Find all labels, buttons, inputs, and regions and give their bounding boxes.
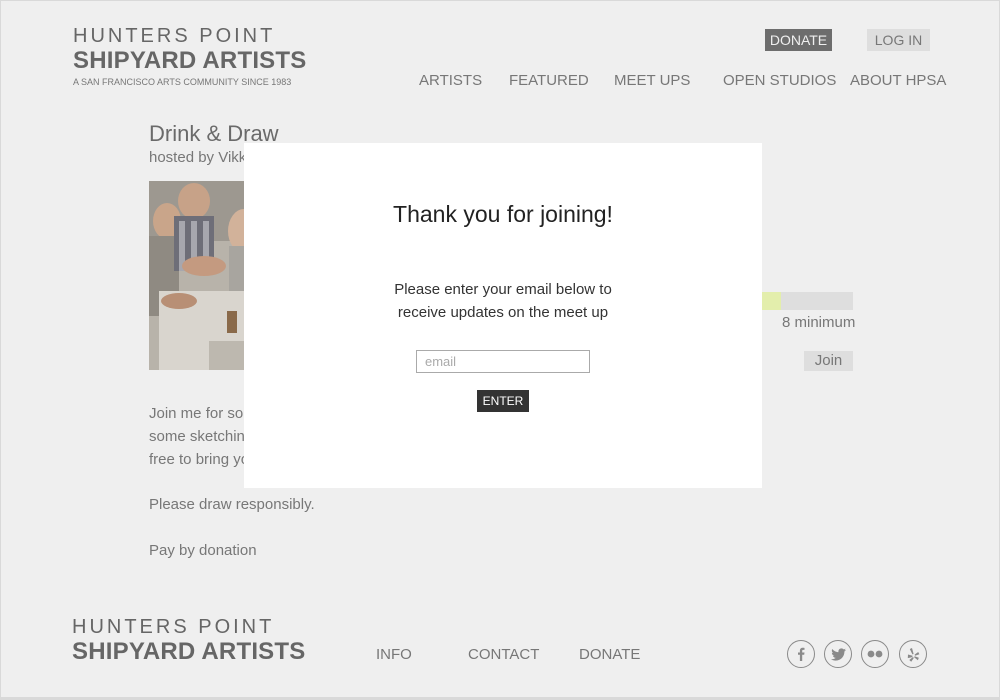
nav-artists[interactable]: ARTISTS (419, 72, 482, 89)
footer-link-info[interactable]: INFO (376, 646, 412, 663)
join-button[interactable]: Join (804, 351, 853, 371)
attendance-progress-bar (761, 292, 853, 310)
nav-meet-ups[interactable]: MEET UPS (614, 72, 690, 89)
footer-link-contact[interactable]: CONTACT (468, 646, 539, 663)
site-logo[interactable]: HUNTERS POINT SHIPYARD ARTISTS A SAN FRA… (73, 25, 306, 87)
page: HUNTERS POINT SHIPYARD ARTISTS A SAN FRA… (0, 0, 1000, 700)
thank-you-modal: Thank you for joining! Please enter your… (244, 143, 762, 488)
enter-button[interactable]: ENTER (477, 390, 529, 412)
description-line-2: some sketching (149, 428, 254, 445)
nav-open-studios[interactable]: OPEN STUDIOS (723, 72, 836, 89)
event-photo (149, 181, 259, 370)
login-button[interactable]: LOG IN (867, 29, 930, 51)
facebook-icon[interactable] (787, 640, 815, 668)
modal-message-line-1: Please enter your email below to (394, 281, 612, 298)
payment-info: Pay by donation (149, 542, 257, 559)
footer-logo-top-text: HUNTERS POINT (72, 616, 275, 638)
attendance-progress-fill (761, 292, 781, 310)
modal-title: Thank you for joining! (393, 201, 613, 227)
flickr-icon[interactable] (861, 640, 889, 668)
nav-featured[interactable]: FEATURED (509, 72, 589, 89)
footer-logo-bottom-text: SHIPYARD ARTISTS (72, 638, 306, 665)
event-host: hosted by Vikki (149, 149, 250, 166)
logo-top-text: HUNTERS POINT (73, 25, 276, 47)
footer-link-donate[interactable]: DONATE (579, 646, 640, 663)
email-input[interactable] (416, 350, 590, 373)
header-donate-button[interactable]: DONATE (765, 29, 832, 51)
description-line-3: free to bring yo (149, 451, 250, 468)
description-line-1: Join me for som (149, 405, 256, 422)
minimum-attendees-label: 8 minimum (782, 314, 856, 331)
event-note: Please draw responsibly. (149, 496, 315, 513)
logo-bottom-text: SHIPYARD ARTISTS (73, 47, 307, 74)
footer-logo[interactable]: HUNTERS POINT SHIPYARD ARTISTS (72, 616, 305, 666)
nav-about-hpsa[interactable]: ABOUT HPSA (850, 72, 946, 89)
modal-message-line-2: receive updates on the meet up (397, 304, 609, 321)
yelp-icon[interactable] (899, 640, 927, 668)
twitter-icon[interactable] (824, 640, 852, 668)
logo-tagline: A SAN FRANCISCO ARTS COMMUNITY SINCE 198… (73, 77, 292, 87)
modal-message: Please enter your email below to receive… (244, 278, 762, 324)
